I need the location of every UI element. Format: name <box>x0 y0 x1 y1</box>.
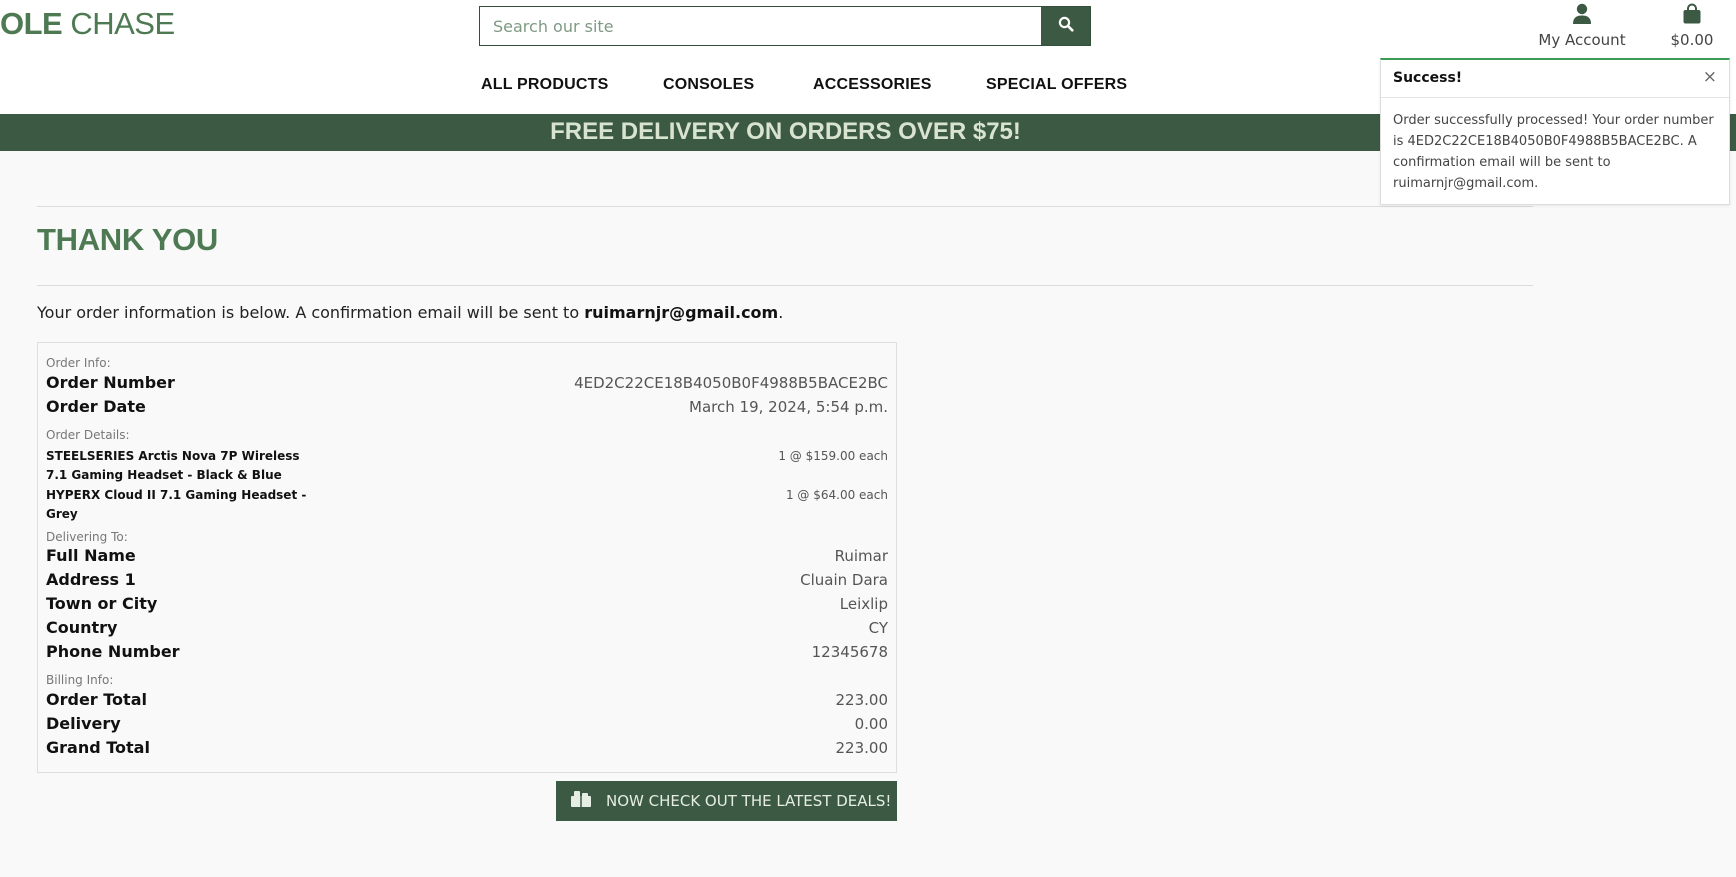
delivering-to-heading: Delivering To: <box>46 530 128 544</box>
deals-icon <box>570 790 592 812</box>
order-summary: Order Info: Order Number 4ED2C22CE18B405… <box>37 342 897 773</box>
delivery-label: Delivery <box>46 714 121 733</box>
search-icon <box>1058 16 1074 36</box>
delivery-banner-text: FREE DELIVERY ON ORDERS OVER $75! <box>550 118 1021 145</box>
delivery-value: 0.00 <box>854 715 888 733</box>
delivery-row: Delivery 0.00 <box>46 714 888 733</box>
order-item-name: STEELSERIES Arctis Nova 7P Wireless 7.1 … <box>46 449 300 482</box>
country-row: Country CY <box>46 618 888 637</box>
confirmation-email: ruimarnjr@gmail.com <box>584 303 779 322</box>
order-details-heading: Order Details: <box>46 428 130 442</box>
phone-row: Phone Number 12345678 <box>46 642 888 661</box>
order-item: HYPERX Cloud II 7.1 Gaming Headset - Gre… <box>46 486 888 524</box>
nav-accessories[interactable]: ACCESSORIES <box>813 76 932 94</box>
cart-link[interactable]: $0.00 <box>1660 3 1724 49</box>
latest-deals-label: NOW CHECK OUT THE LATEST DEALS! <box>606 792 892 810</box>
search-input[interactable] <box>480 7 1041 45</box>
page-title: THANK YOU <box>37 222 219 257</box>
address-1-row: Address 1 Cluain Dara <box>46 570 888 589</box>
order-info-heading: Order Info: <box>46 356 111 370</box>
site-logo[interactable]: OLE CHASE <box>0 6 175 42</box>
my-account-link[interactable]: My Account <box>1532 3 1632 49</box>
country-value: CY <box>868 619 888 637</box>
success-toast: Success! × Order successfully processed!… <box>1380 58 1730 205</box>
phone-value: 12345678 <box>811 643 888 661</box>
town-row: Town or City Leixlip <box>46 594 888 613</box>
toast-title: Success! <box>1393 70 1463 86</box>
my-account-label: My Account <box>1538 31 1626 49</box>
nav-consoles[interactable]: CONSOLES <box>663 76 754 94</box>
address-1-label: Address 1 <box>46 570 136 589</box>
search-form <box>479 6 1091 46</box>
order-total-row: Order Total 223.00 <box>46 690 888 709</box>
search-button[interactable] <box>1041 7 1090 45</box>
phone-label: Phone Number <box>46 642 180 661</box>
order-item-quantity: 1 @ $64.00 each <box>785 488 888 502</box>
full-name-row: Full Name Ruimar <box>46 546 888 565</box>
nav-all-products[interactable]: ALL PRODUCTS <box>481 76 608 94</box>
user-icon <box>1532 3 1632 29</box>
logo-light-text: CHASE <box>62 6 175 41</box>
close-icon[interactable]: × <box>1703 67 1717 87</box>
order-number-value: 4ED2C22CE18B4050B0F4988B5BACE2BC <box>574 374 888 392</box>
town-value: Leixlip <box>839 595 888 613</box>
order-total-label: Order Total <box>46 690 147 709</box>
grand-total-row: Grand Total 223.00 <box>46 738 888 757</box>
order-item-name: HYPERX Cloud II 7.1 Gaming Headset - Gre… <box>46 488 307 521</box>
divider-bottom <box>37 285 1533 286</box>
country-label: Country <box>46 618 118 637</box>
order-item-quantity: 1 @ $159.00 each <box>778 449 888 463</box>
full-name-value: Ruimar <box>834 547 888 565</box>
order-date-label: Order Date <box>46 397 146 416</box>
latest-deals-button[interactable]: NOW CHECK OUT THE LATEST DEALS! <box>556 781 897 821</box>
order-total-value: 223.00 <box>835 691 889 709</box>
order-date-row: Order Date March 19, 2024, 5:54 p.m. <box>46 397 888 416</box>
intro-prefix: Your order information is below. A confi… <box>37 303 585 322</box>
town-label: Town or City <box>46 594 158 613</box>
cart-total: $0.00 <box>1670 31 1714 49</box>
order-number-label: Order Number <box>46 373 175 392</box>
order-item: STEELSERIES Arctis Nova 7P Wireless 7.1 … <box>46 447 888 485</box>
grand-total-label: Grand Total <box>46 738 150 757</box>
intro-suffix: . <box>778 303 784 322</box>
billing-info-heading: Billing Info: <box>46 673 114 687</box>
nav-special-offers[interactable]: SPECIAL OFFERS <box>986 76 1127 94</box>
grand-total-value: 223.00 <box>835 739 889 757</box>
toast-message: Order successfully processed! Your order… <box>1393 113 1714 191</box>
toast-header: Success! × <box>1381 60 1729 98</box>
shopping-bag-icon <box>1660 3 1724 29</box>
order-number-row: Order Number 4ED2C22CE18B4050B0F4988B5BA… <box>46 373 888 392</box>
order-date-value: March 19, 2024, 5:54 p.m. <box>689 398 888 416</box>
intro-text: Your order information is below. A confi… <box>37 303 783 322</box>
full-name-label: Full Name <box>46 546 136 565</box>
address-1-value: Cluain Dara <box>800 571 888 589</box>
divider-top <box>37 206 1533 207</box>
logo-bold-text: OLE <box>0 6 63 41</box>
